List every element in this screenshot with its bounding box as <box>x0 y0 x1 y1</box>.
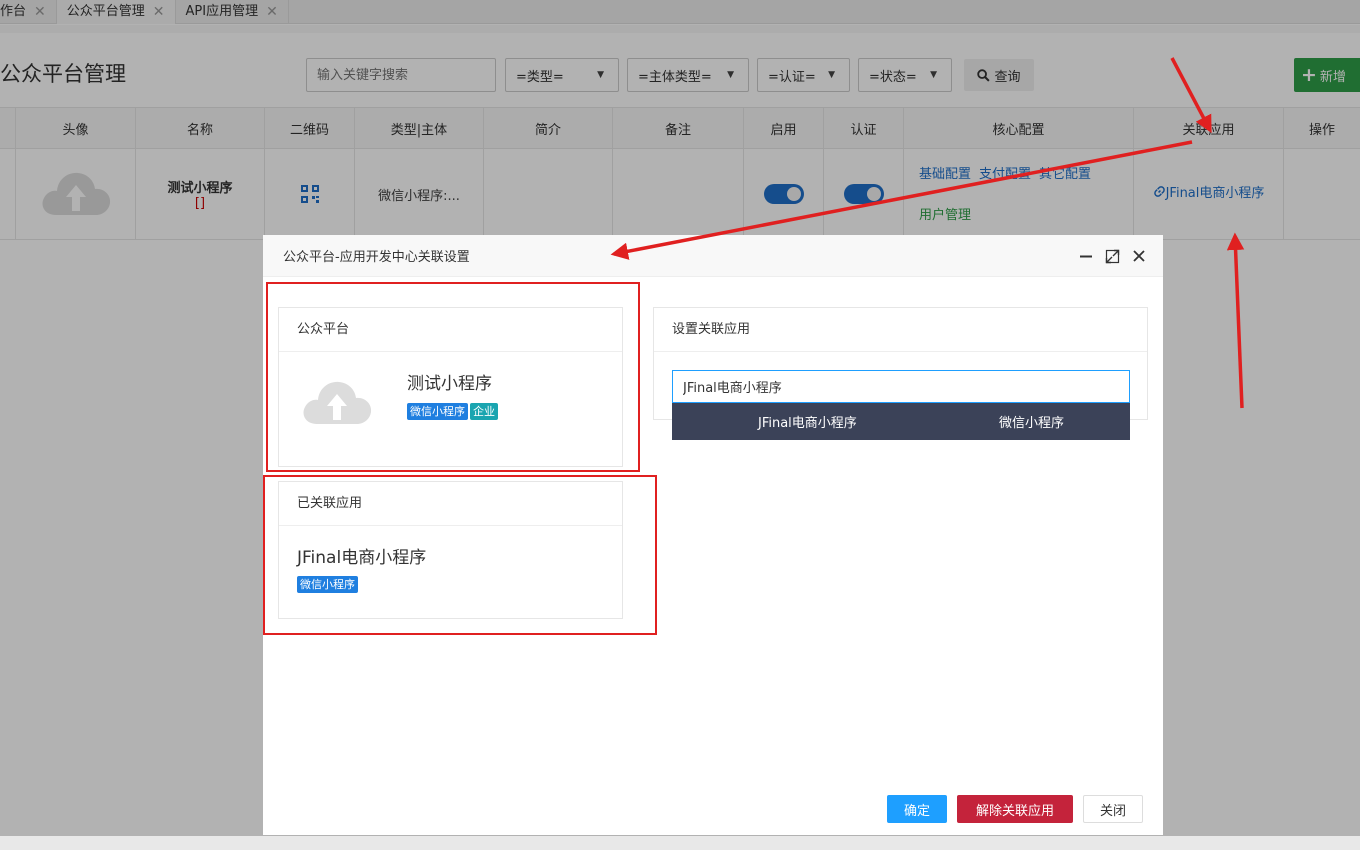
pagination-strip <box>0 836 1360 850</box>
suggestion-name: JFinal电商小程序 <box>758 416 857 431</box>
close-button[interactable]: 关闭 <box>1083 795 1143 823</box>
close-icon[interactable] <box>1132 249 1146 263</box>
maximize-icon[interactable] <box>1105 249 1120 264</box>
panel-header: 设置关联应用 <box>654 308 1147 352</box>
annotation-box-linked <box>263 475 657 635</box>
suggestion-type: 微信小程序 <box>999 416 1065 431</box>
annotation-box-platform <box>266 282 640 472</box>
dialog-title: 公众平台-应用开发中心关联设置 <box>283 250 470 265</box>
assoc-app-input[interactable] <box>672 370 1130 403</box>
unlink-button[interactable]: 解除关联应用 <box>957 795 1073 823</box>
dialog-header: 公众平台-应用开发中心关联设置 <box>263 235 1163 277</box>
minimize-icon[interactable] <box>1079 249 1093 263</box>
confirm-button[interactable]: 确定 <box>887 795 947 823</box>
app-suggestion-dropdown[interactable]: JFinal电商小程序 微信小程序 <box>672 403 1130 440</box>
